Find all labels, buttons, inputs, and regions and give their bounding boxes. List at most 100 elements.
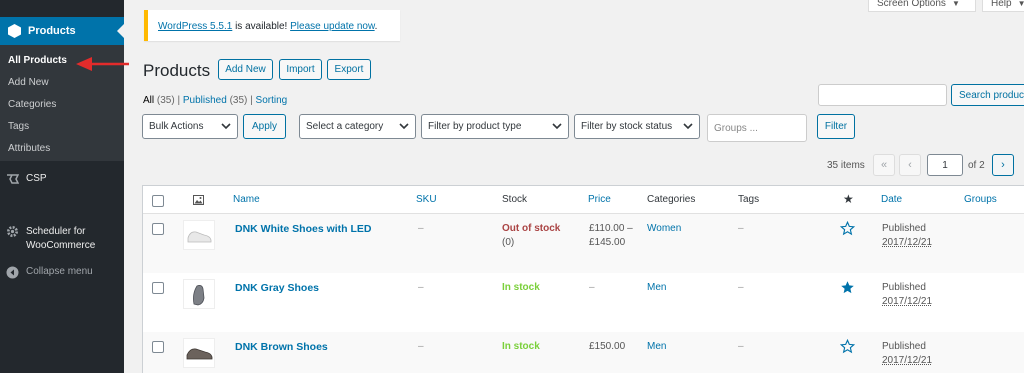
shoe-image-icon [187,231,212,243]
wordpress-version-link[interactable]: WordPress 5.5.1 [158,21,232,32]
chevron-down-icon [683,123,693,130]
date-value: 2017/12/21 [882,296,933,307]
filter-button[interactable]: Filter [817,114,855,139]
star-outline-icon[interactable] [840,221,855,236]
product-name-link[interactable]: DNK Gray Shoes [235,281,319,295]
submenu-add-new[interactable]: Add New [8,77,49,88]
sidebar-item-label: CSP [26,173,47,184]
sidebar-item-products[interactable]: Products [0,17,124,45]
bulk-actions-select[interactable]: Bulk Actions [142,114,238,139]
date-status: Published [882,223,926,234]
screen-options-label: Screen Options [877,0,946,9]
products-icon [8,24,21,38]
next-page-button[interactable]: › [992,154,1014,176]
stock-status-value: Filter by stock status [581,121,673,132]
submenu-categories[interactable]: Categories [8,99,56,110]
product-name-link[interactable]: DNK White Shoes with LED [235,222,372,236]
first-page-button[interactable]: « [873,154,895,176]
product-thumbnail[interactable] [183,220,215,250]
date-value: 2017/12/21 [882,355,933,366]
product-price: – [589,282,595,293]
view-published[interactable]: Published [183,95,227,106]
items-count: 35 items [827,160,865,171]
help-button[interactable]: Help ▼ [982,0,1024,12]
column-name[interactable]: Name [233,194,260,205]
category-link[interactable]: Women [647,222,681,236]
table-row: DNK Gray Shoes – In stock – Men – Publis… [143,273,1024,332]
current-page-input[interactable]: 1 [927,154,963,176]
product-sku: – [418,282,424,293]
select-all-checkbox[interactable] [152,195,164,207]
image-column-icon [193,195,204,205]
collapse-menu-button[interactable]: Collapse menu [6,266,93,279]
column-stock: Stock [502,194,528,205]
import-button[interactable]: Import [279,59,322,80]
shoe-image-icon [193,285,205,306]
row-checkbox[interactable] [152,223,164,235]
category-link[interactable]: Men [647,340,666,354]
stock-quantity: (0) [502,237,515,248]
sidebar-item-csp[interactable]: CSP [6,173,47,185]
update-now-link[interactable]: Please update now [290,21,375,32]
sidebar-item-label: WooCommerce [26,240,96,251]
sidebar-item-label: Scheduler for [26,226,86,237]
submenu-tags[interactable]: Tags [8,121,29,132]
column-groups[interactable]: Groups [964,194,997,205]
star-outline-icon[interactable] [840,339,855,354]
date-value: 2017/12/21 [882,237,933,248]
collapse-menu-label: Collapse menu [26,266,93,277]
groups-input[interactable]: Groups ... [707,114,807,142]
notice-dot: . [374,21,378,32]
column-sku[interactable]: SKU [416,194,437,205]
search-input[interactable] [818,84,947,106]
search-products-button[interactable]: Search products [951,84,1024,106]
date-status: Published [882,282,926,293]
submenu-all-products[interactable]: All Products [8,55,67,66]
category-link[interactable]: Men [647,281,666,295]
column-categories: Categories [647,194,696,205]
chevron-down-icon [552,123,562,130]
product-thumbnail[interactable] [183,279,215,309]
sidebar-item-scheduler[interactable]: Scheduler for WooCommerce [6,225,95,253]
view-all-count: (35) [156,95,175,106]
featured-column-star-icon[interactable]: ★ [843,192,854,206]
annotation-arrow-icon [76,57,129,71]
prev-page-button[interactable]: ‹ [899,154,921,176]
help-label: Help [991,0,1012,9]
column-price[interactable]: Price [588,194,611,205]
view-sorting[interactable]: Sorting [256,95,288,106]
admin-sidebar: Products All Products Add New Categories… [0,0,124,373]
shoe-image-icon [186,348,213,360]
status-views: All (35) | Published (35) | Sorting [143,95,287,106]
view-published-count: (35) [229,95,248,106]
total-pages: of 2 [968,160,985,171]
product-type-select[interactable]: Filter by product type [421,114,569,139]
product-thumbnail[interactable] [183,338,215,368]
stock-status: In stock [502,341,540,352]
table-row: DNK White Shoes with LED – Out of stock … [143,214,1024,273]
product-price: £110.00 – [589,223,633,234]
view-separator: | [177,95,181,106]
date-status: Published [882,341,926,352]
stock-status: In stock [502,282,540,293]
row-checkbox[interactable] [152,341,164,353]
add-new-button[interactable]: Add New [218,59,273,80]
product-sku: – [418,223,424,234]
view-separator: | [250,95,253,106]
screen-options-button[interactable]: Screen Options ▼ [868,0,976,12]
stock-status-select[interactable]: Filter by stock status [574,114,700,139]
row-checkbox[interactable] [152,282,164,294]
product-name-link[interactable]: DNK Brown Shoes [235,340,328,354]
export-button[interactable]: Export [327,59,371,80]
product-sku: – [418,341,424,352]
column-date[interactable]: Date [881,194,902,205]
bulk-actions-value: Bulk Actions [149,121,204,132]
view-all[interactable]: All [143,95,154,106]
column-tags: Tags [738,194,760,205]
apply-button[interactable]: Apply [243,114,286,139]
category-select[interactable]: Select a category [299,114,416,139]
star-filled-icon[interactable] [840,280,855,295]
stock-status: Out of stock [502,223,561,234]
product-type-value: Filter by product type [428,121,522,132]
submenu-attributes[interactable]: Attributes [8,143,50,154]
